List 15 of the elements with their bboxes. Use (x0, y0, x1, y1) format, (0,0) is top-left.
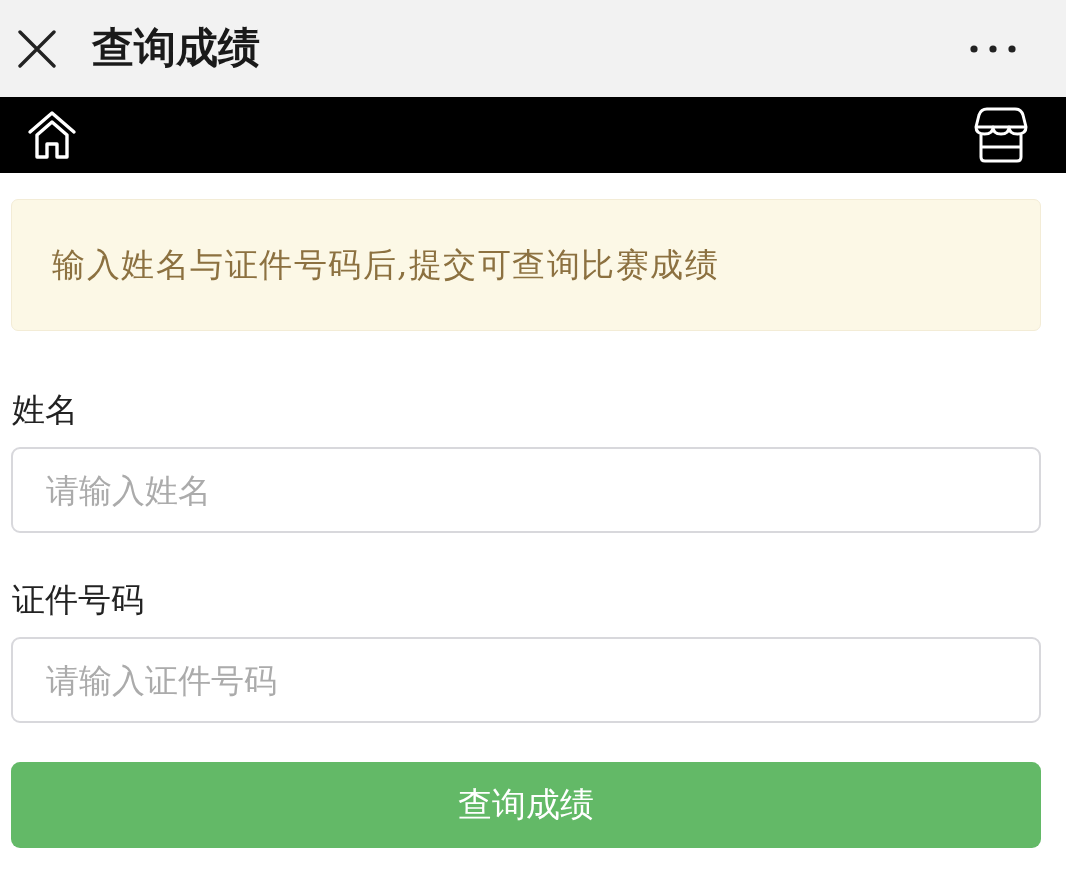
notice-text: 输入姓名与证件号码后,提交可查询比赛成绩 (52, 243, 720, 286)
home-button[interactable] (27, 110, 77, 160)
input-field[interactable]: 请输入姓名 (11, 447, 1041, 533)
more-icon (970, 44, 1016, 53)
page-title: 查询成绩 (92, 23, 260, 74)
close-icon (18, 29, 56, 68)
submit-button[interactable]: 查询成绩 (11, 762, 1041, 848)
field-label: 证件号码 (11, 579, 144, 621)
close-button[interactable] (18, 29, 56, 68)
input-field[interactable]: 请输入证件号码 (11, 637, 1041, 723)
store-icon (973, 107, 1029, 163)
store-button[interactable] (973, 107, 1029, 163)
home-icon (27, 110, 77, 160)
field-label: 姓名 (11, 389, 78, 431)
more-button[interactable] (970, 44, 1016, 53)
